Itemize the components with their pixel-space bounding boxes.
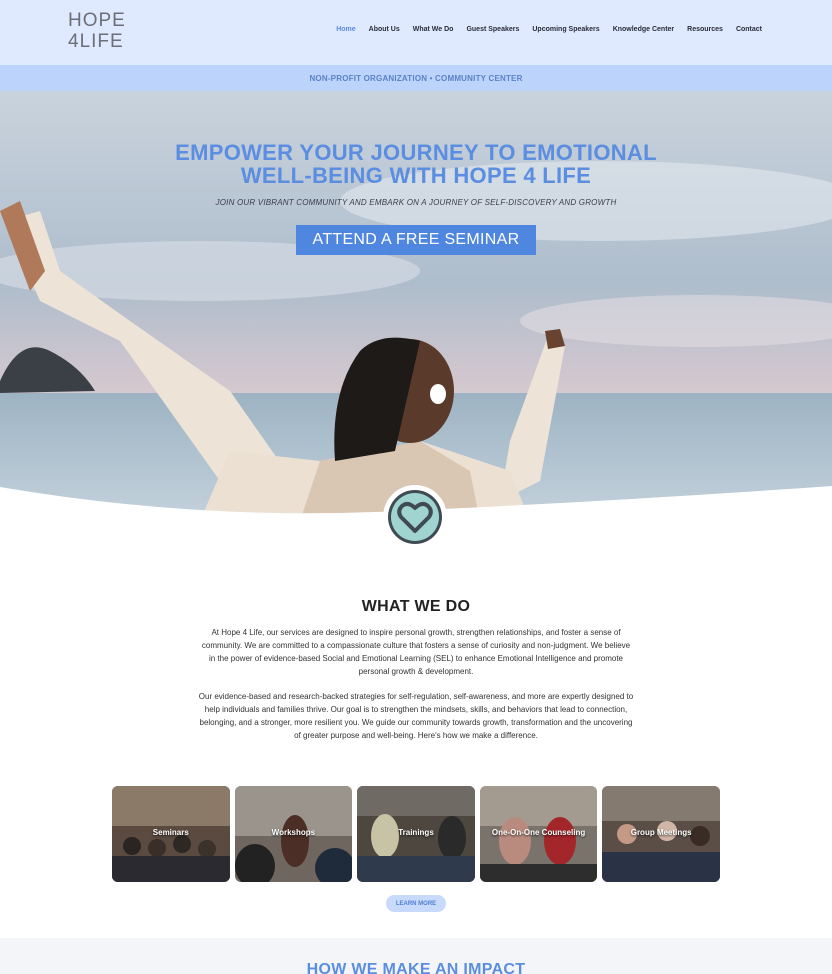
nav-guest-speakers[interactable]: Guest Speakers: [466, 26, 519, 33]
logo-text-4life: 4LIFE: [68, 31, 124, 52]
card-seminars[interactable]: Seminars: [112, 786, 230, 882]
heart-icon: [388, 490, 442, 544]
hero-subtitle: JOIN OUR VIBRANT COMMUNITY AND EMBARK ON…: [215, 198, 617, 207]
card-workshops[interactable]: Workshops: [234, 786, 353, 882]
nav-what-we-do[interactable]: What We Do: [413, 26, 454, 33]
nav-about-us[interactable]: About Us: [369, 26, 400, 33]
card-label-counseling: One-On-One Counseling: [491, 828, 586, 837]
learn-more-button[interactable]: LEARN MORE: [386, 895, 446, 912]
card-trainings[interactable]: Trainings: [357, 786, 475, 882]
what-we-do-paragraph-2: Our evidence-based and research-backed s…: [198, 692, 634, 740]
hero-title-line2: WELL-BEING WITH HOPE 4 LIFE: [240, 163, 592, 188]
org-type-text: NON-PROFIT ORGANIZATION • COMMUNITY CENT…: [309, 73, 523, 83]
org-type-strip: NON-PROFIT ORGANIZATION • COMMUNITY CENT…: [0, 65, 832, 91]
impact-title: HOW WE MAKE AN IMPACT: [306, 961, 526, 974]
heart-badge: [383, 485, 447, 549]
hero-title: EMPOWER YOUR JOURNEY TO EMOTIONAL WELL-B…: [0, 141, 832, 187]
card-label-workshops: Workshops: [271, 828, 316, 837]
hero-section: EMPOWER YOUR JOURNEY TO EMOTIONAL WELL-B…: [0, 91, 832, 521]
hero-title-line1: EMPOWER YOUR JOURNEY TO EMOTIONAL: [175, 140, 657, 165]
nav-home[interactable]: Home: [336, 26, 355, 33]
card-label-group-meetings: Group Meetings: [630, 828, 692, 837]
nav-knowledge-center[interactable]: Knowledge Center: [613, 26, 674, 33]
nav-contact[interactable]: Contact: [736, 26, 762, 33]
site-header: HOPE 4LIFE Home About Us What We Do Gues…: [0, 0, 832, 65]
nav-resources[interactable]: Resources: [687, 26, 723, 33]
card-group-meetings[interactable]: Group Meetings: [602, 786, 720, 882]
what-we-do-paragraph-1: At Hope 4 Life, our services are designe…: [201, 628, 631, 676]
nav-upcoming-speakers[interactable]: Upcoming Speakers: [532, 26, 599, 33]
card-label-seminars: Seminars: [152, 828, 189, 837]
card-label-trainings: Trainings: [398, 828, 434, 837]
attend-seminar-button[interactable]: ATTEND A FREE SEMINAR: [296, 225, 536, 255]
what-we-do-title: WHAT WE DO: [361, 598, 471, 615]
main-nav: Home About Us What We Do Guest Speakers …: [336, 26, 762, 33]
site-logo[interactable]: HOPE 4LIFE: [68, 10, 132, 54]
logo-text-hope: HOPE: [68, 10, 126, 31]
card-counseling[interactable]: One-On-One Counseling: [479, 786, 598, 882]
service-cards: Seminars Workshops Trainings One-On-One …: [112, 786, 720, 882]
